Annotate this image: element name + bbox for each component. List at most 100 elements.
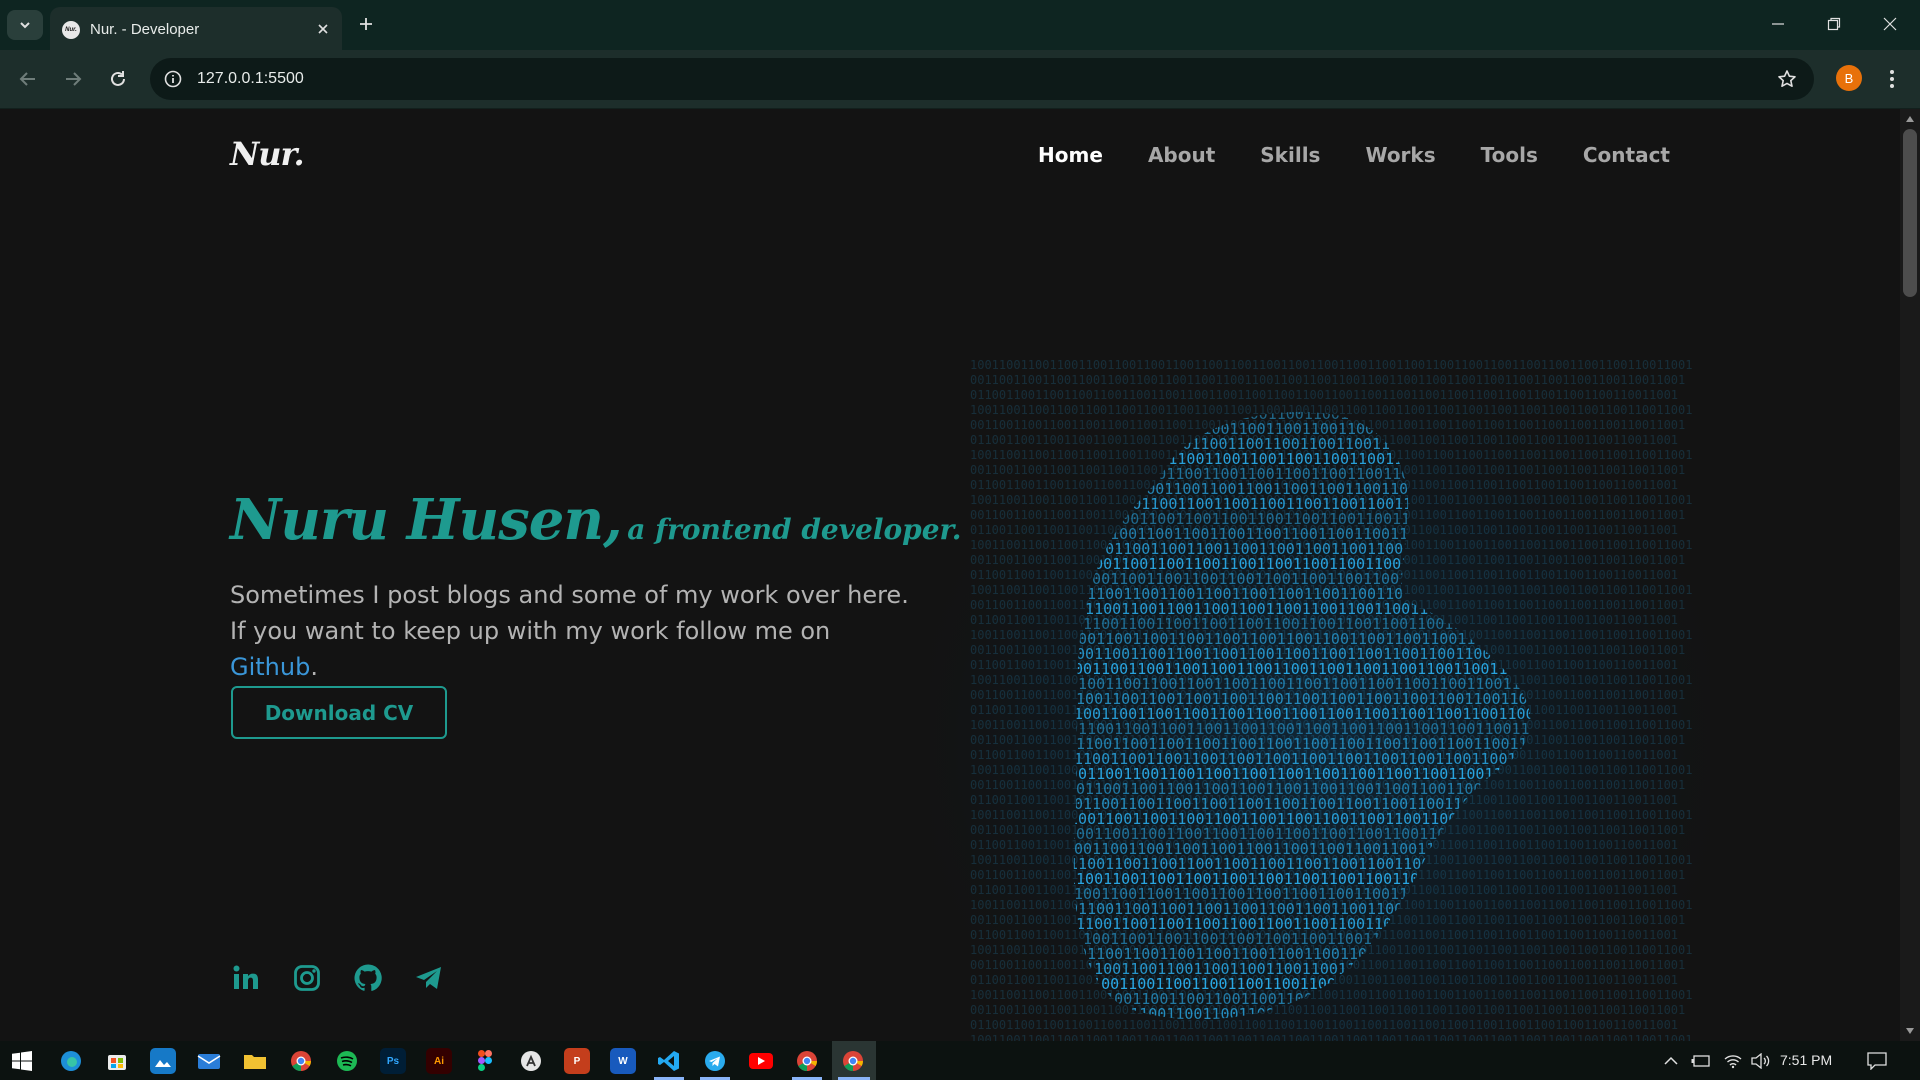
browser-toolbar: 127.0.0.1:5500 B xyxy=(0,50,1920,109)
tray-chevron-up-icon[interactable] xyxy=(1660,1051,1682,1071)
spotify-icon[interactable] xyxy=(334,1048,360,1074)
forward-button[interactable] xyxy=(58,64,88,94)
restore-icon xyxy=(1827,17,1841,31)
hero-description: Sometimes I post blogs and some of my wo… xyxy=(230,577,910,685)
nav-about[interactable]: About xyxy=(1148,143,1215,167)
new-tab-button[interactable] xyxy=(354,12,378,36)
download-cv-button[interactable]: Download CV xyxy=(231,686,447,739)
binary-faint-row: 1001100110011001100110011001100110011001… xyxy=(970,538,1692,552)
nav-works[interactable]: Works xyxy=(1365,143,1435,167)
linkedin-link[interactable] xyxy=(230,962,262,994)
scroll-down-button[interactable] xyxy=(1904,1025,1916,1037)
hero-description-end: . xyxy=(310,653,318,681)
edge-icon[interactable] xyxy=(58,1048,84,1074)
instagram-link[interactable] xyxy=(291,962,323,994)
arrow-right-icon xyxy=(66,72,82,86)
tab-close-button[interactable] xyxy=(312,18,334,40)
binary-faint-row: 0011001100110011001100110011001100110011… xyxy=(970,373,1685,387)
binary-faint-row: 0110011001100110011001100110011001100110… xyxy=(970,883,1678,897)
binary-faint-row: 0011001100110011001100110011001100110011… xyxy=(970,553,1685,567)
binary-faint-row: 0110011001100110011001100110011001100110… xyxy=(970,703,1678,717)
linkedin-icon xyxy=(233,965,258,989)
taskbar-clock[interactable]: 7:51 PM xyxy=(1780,1052,1832,1068)
binary-faint-row: 1001100110011001100110011001100110011001… xyxy=(970,493,1692,507)
instagram-icon xyxy=(294,965,320,991)
browser-menu-button[interactable] xyxy=(1878,64,1906,94)
restore-button[interactable] xyxy=(1814,8,1854,40)
close-icon xyxy=(318,24,328,34)
github-link[interactable]: Github xyxy=(230,653,310,681)
plus-icon xyxy=(360,18,372,30)
app-store-icon[interactable] xyxy=(518,1048,544,1074)
binary-faint-row: 0011001100110011001100110011001100110011… xyxy=(970,778,1685,792)
telegram-link[interactable] xyxy=(413,962,445,994)
binary-faint-row: 0110011001100110011001100110011001100110… xyxy=(970,658,1678,672)
binary-faint-row: 0110011001100110011001100110011001100110… xyxy=(970,748,1678,762)
tab-favicon-icon: Nur. xyxy=(62,21,80,39)
github-social-link[interactable] xyxy=(352,962,384,994)
youtube-icon[interactable] xyxy=(748,1048,774,1074)
store-icon[interactable] xyxy=(104,1048,130,1074)
binary-faint-row: 1001100110011001100110011001100110011001… xyxy=(970,673,1692,687)
page-scrollbar[interactable] xyxy=(1900,109,1920,1041)
binary-faint-rows: 1001100110011001100110011001100110011001… xyxy=(970,358,1692,1041)
scroll-up-button[interactable] xyxy=(1904,113,1916,125)
file-explorer-icon[interactable] xyxy=(242,1048,268,1074)
binary-faint-row: 1001100110011001100110011001100110011001… xyxy=(970,583,1692,597)
powerpoint-icon[interactable]: P xyxy=(564,1048,590,1074)
active-tab[interactable]: Nur. Nur. - Developer xyxy=(50,7,342,50)
back-button[interactable] xyxy=(13,64,43,94)
chrome-icon[interactable] xyxy=(288,1048,314,1074)
tab-search-button[interactable] xyxy=(7,10,43,40)
binary-faint-row: 1001100110011001100110011001100110011001… xyxy=(970,763,1692,777)
nav-tools[interactable]: Tools xyxy=(1481,143,1538,167)
binary-faint-row: 0110011001100110011001100110011001100110… xyxy=(970,433,1678,447)
binary-faint-row: 1001100110011001100110011001100110011001… xyxy=(970,448,1692,462)
mail-icon[interactable] xyxy=(196,1048,222,1074)
nav-home[interactable]: Home xyxy=(1038,143,1103,167)
binary-faint-row: 0110011001100110011001100110011001100110… xyxy=(970,523,1678,537)
binary-faint-row: 0110011001100110011001100110011001100110… xyxy=(970,478,1678,492)
binary-faint-row: 0011001100110011001100110011001100110011… xyxy=(970,733,1685,747)
chrome-profile-icon[interactable] xyxy=(794,1048,820,1074)
bookmark-button[interactable] xyxy=(1774,66,1800,92)
binary-faint-row: 1001100110011001100110011001100110011001… xyxy=(970,808,1692,822)
binary-faint-row: 0011001100110011001100110011001100110011… xyxy=(970,823,1685,837)
window-close-button[interactable] xyxy=(1870,8,1910,40)
nav-skills[interactable]: Skills xyxy=(1260,143,1320,167)
scroll-thumb[interactable] xyxy=(1903,129,1917,297)
illustrator-icon[interactable]: Ai xyxy=(426,1048,452,1074)
binary-faint-row: 1001100110011001100110011001100110011001… xyxy=(970,358,1692,372)
star-icon xyxy=(1778,70,1796,87)
notification-icon xyxy=(1867,1052,1887,1070)
figma-icon[interactable] xyxy=(472,1048,498,1074)
binary-faint-row: 1001100110011001100110011001100110011001… xyxy=(970,718,1692,732)
volume-icon[interactable] xyxy=(1750,1051,1772,1071)
browser-tab-bar: Nur. Nur. - Developer xyxy=(0,0,1920,50)
arrow-left-icon xyxy=(19,72,35,86)
hero-description-text: Sometimes I post blogs and some of my wo… xyxy=(230,581,909,645)
profile-avatar[interactable]: B xyxy=(1836,65,1862,91)
nav-contact[interactable]: Contact xyxy=(1583,143,1670,167)
site-info-button[interactable] xyxy=(160,66,186,92)
chrome-active-icon[interactable] xyxy=(840,1048,866,1074)
photoshop-icon[interactable]: Ps xyxy=(380,1048,406,1074)
start-button[interactable] xyxy=(8,1047,36,1075)
hero-title: Nuru Husen, a frontend developer. xyxy=(230,487,961,553)
photos-icon[interactable] xyxy=(150,1048,176,1074)
triangle-up-icon xyxy=(1906,116,1914,122)
minimize-button[interactable] xyxy=(1758,8,1798,40)
vscode-icon[interactable] xyxy=(656,1048,682,1074)
word-icon[interactable]: W xyxy=(610,1048,636,1074)
notification-center-button[interactable] xyxy=(1865,1050,1889,1072)
address-bar[interactable]: 127.0.0.1:5500 xyxy=(150,58,1814,100)
binary-faint-row: 0011001100110011001100110011001100110011… xyxy=(970,598,1685,612)
binary-faint-row: 1001100110011001100110011001100110011001… xyxy=(970,853,1692,867)
wifi-icon[interactable] xyxy=(1722,1051,1744,1071)
telegram-app-icon[interactable] xyxy=(702,1048,728,1074)
reload-button[interactable] xyxy=(103,64,133,94)
site-logo[interactable]: Nur. xyxy=(230,135,305,173)
url-text[interactable]: 127.0.0.1:5500 xyxy=(197,70,304,88)
battery-icon[interactable] xyxy=(1690,1051,1712,1071)
binary-faint-row: 0011001100110011001100110011001100110011… xyxy=(970,463,1685,477)
